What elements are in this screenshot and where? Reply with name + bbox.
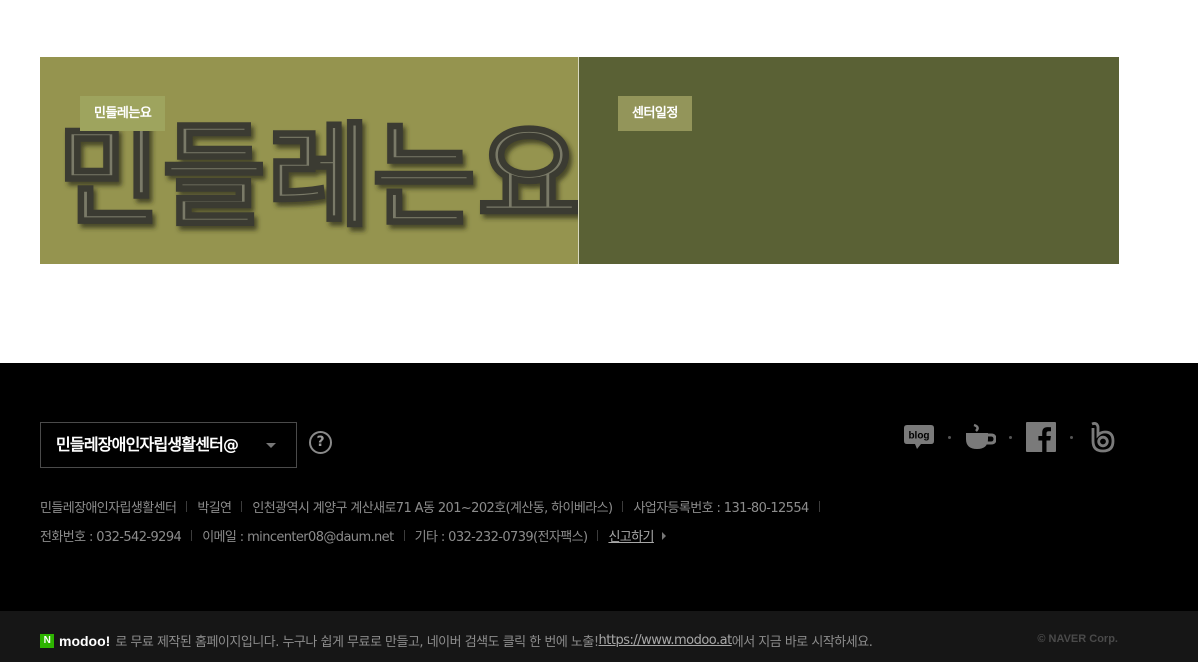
separator-dot bbox=[1009, 435, 1012, 439]
divider bbox=[241, 501, 243, 512]
info-fax: 기타 : 032-232-0739(전자팩스) bbox=[414, 530, 588, 545]
facebook-icon[interactable] bbox=[1025, 421, 1057, 453]
separator-dot bbox=[1070, 435, 1073, 439]
info-address: 인천광역시 계양구 계산새로71 A동 201~202호(계산동, 하이베라스) bbox=[252, 501, 613, 516]
copyright: © NAVER Corp. bbox=[1037, 633, 1118, 645]
site-select-dropdown[interactable]: 민들레장애인자립생활센터@ bbox=[40, 422, 297, 468]
modoo-promo-text: N modoo! 로 무료 제작된 홈페이지입니다. 누구나 쉽게 무료로 만들… bbox=[40, 631, 873, 650]
schedule-panel[interactable]: 센터일정 bbox=[579, 57, 1119, 264]
divider bbox=[818, 501, 820, 512]
promo-text-before: 로 무료 제작된 홈페이지입니다. 누구나 쉽게 무료로 만들고, 네이버 검색… bbox=[115, 635, 599, 650]
modoo-promo-bar: N modoo! 로 무료 제작된 홈페이지입니다. 누구나 쉽게 무료로 만들… bbox=[0, 611, 1198, 662]
footer: 민들레장애인자립생활센터@ ? blog 민들레장애인자립생활센터 박길연 인천… bbox=[0, 363, 1198, 611]
about-panel[interactable]: 민들레는요 민들레는요 bbox=[40, 57, 578, 264]
svg-text:blog: blog bbox=[908, 431, 929, 442]
divider bbox=[597, 530, 599, 541]
promo-text-after: 에서 지금 바로 시작하세요. bbox=[731, 635, 873, 650]
company-info-line-1: 민들레장애인자립생활센터 박길연 인천광역시 계양구 계산새로71 A동 201… bbox=[40, 497, 830, 516]
report-link[interactable]: 신고하기 bbox=[608, 526, 654, 545]
modoo-url-link[interactable]: https://www.modoo.at bbox=[599, 633, 733, 648]
chevron-down-icon bbox=[266, 443, 276, 448]
divider bbox=[403, 530, 405, 541]
site-select-label: 민들레장애인자립생활센터@ bbox=[56, 435, 239, 454]
info-representative: 박길연 bbox=[197, 501, 232, 516]
social-links: blog bbox=[903, 421, 1118, 453]
band-icon[interactable] bbox=[1086, 421, 1118, 453]
schedule-tag[interactable]: 센터일정 bbox=[618, 96, 692, 131]
info-email: 이메일 : mincenter08@daum.net bbox=[202, 530, 394, 545]
banner-section: 민들레는요 민들레는요 센터일정 bbox=[40, 57, 1119, 264]
chevron-right-icon bbox=[661, 531, 666, 540]
about-tag[interactable]: 민들레는요 bbox=[80, 96, 166, 131]
blog-icon[interactable]: blog bbox=[903, 421, 935, 453]
divider bbox=[622, 501, 624, 512]
naver-logo-icon: N bbox=[40, 633, 54, 648]
info-phone: 전화번호 : 032-542-9294 bbox=[40, 530, 182, 545]
divider bbox=[191, 530, 193, 541]
info-org-name: 민들레장애인자립생활센터 bbox=[40, 501, 177, 516]
separator-dot bbox=[948, 435, 951, 439]
company-info-line-2: 전화번호 : 032-542-9294 이메일 : mincenter08@da… bbox=[40, 526, 666, 545]
page: 민들레는요 민들레는요 센터일정 민들레장애인자립생활센터@ ? blog 민들… bbox=[0, 0, 1198, 662]
info-business-number: 사업자등록번호 : 131-80-12554 bbox=[633, 501, 809, 516]
modoo-brand[interactable]: modoo! bbox=[59, 633, 110, 649]
help-icon[interactable]: ? bbox=[309, 431, 332, 454]
cafe-icon[interactable] bbox=[964, 421, 996, 453]
divider bbox=[186, 501, 188, 512]
